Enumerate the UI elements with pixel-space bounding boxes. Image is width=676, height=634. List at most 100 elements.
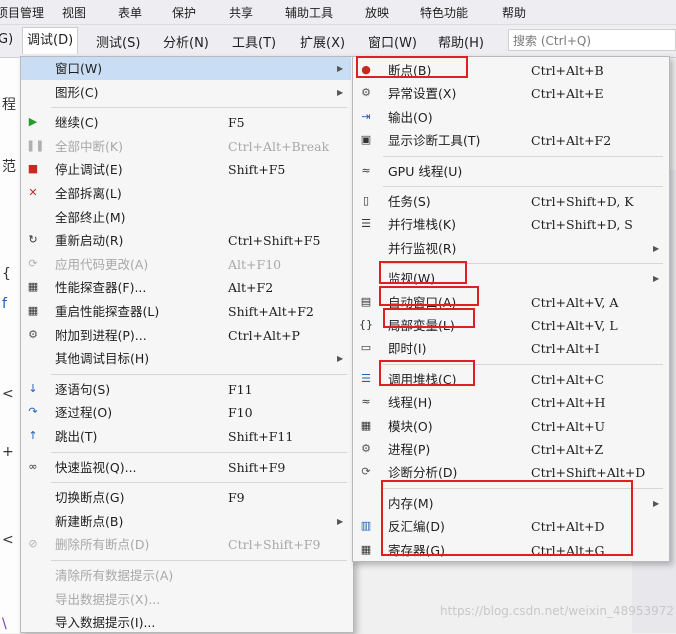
debug-menu-item-7[interactable]: 全部终止(M): [21, 206, 351, 229]
debug-menu-item-27[interactable]: 导入数据提示(I)...: [21, 611, 351, 634]
menu-item-shortcut: Ctrl+Alt+G: [531, 542, 605, 558]
debug-menu-item-12[interactable]: ⚙ 附加到进程(P)... Ctrl+Alt+P: [21, 324, 351, 347]
window-submenu-item-3[interactable]: ▣ 显示诊断工具(T) Ctrl+Alt+F2: [353, 129, 667, 152]
menu-item-shortcut: F9: [228, 490, 245, 506]
top-item-tools[interactable]: 辅助工具: [285, 4, 333, 21]
debug-menu-item-17[interactable]: ↑ 跳出(T) Shift+F11: [21, 425, 351, 448]
top-item-special[interactable]: 特色功能: [420, 4, 468, 21]
menu-item-label: 性能探查器(F)...: [55, 280, 147, 296]
window-submenu-item-12[interactable]: ▤ 自动窗口(A) Ctrl+Alt+V, A: [353, 291, 667, 314]
menu-tools[interactable]: 工具(T): [232, 32, 276, 51]
top-item-view[interactable]: 视图: [62, 4, 86, 21]
menu-item-label: 逐语句(S): [55, 381, 111, 397]
search-input[interactable]: 搜索 (Ctrl+Q): [508, 29, 676, 51]
menu-item-shortcut: Alt+F2: [228, 280, 274, 296]
debug-menu-item-10[interactable]: ▦ 性能探查器(F)... Alt+F2: [21, 276, 351, 299]
window-submenu-item-13[interactable]: {} 局部变量(L) Ctrl+Alt+V, L: [353, 314, 667, 337]
menu-test[interactable]: 测试(S): [96, 32, 140, 51]
top-item-share[interactable]: 共享: [229, 4, 253, 21]
debug-menu-item-4: ❚❚ 全部中断(K) Ctrl+Alt+Break: [21, 135, 351, 158]
disassembly-icon: ▥: [360, 519, 372, 533]
menu-separator: [383, 186, 663, 187]
locals-icon: {}: [359, 318, 373, 331]
debug-menu-item-22[interactable]: 新建断点(B) ▶: [21, 510, 351, 533]
debug-menu-item-13[interactable]: 其他调试目标(H) ▶: [21, 347, 351, 370]
debug-menu-item-0[interactable]: 窗口(W) ▶: [21, 57, 351, 80]
debug-menu-item-21[interactable]: 切换断点(G) F9: [21, 486, 351, 509]
debug-menu-item-5[interactable]: ■ 停止调试(E) Shift+F5: [21, 158, 351, 181]
menu-item-shortcut: Ctrl+Shift+D, S: [531, 217, 633, 233]
debug-menu-item-6[interactable]: ✕ 全部拆离(L): [21, 182, 351, 205]
window-submenu-item-14[interactable]: ▭ 即时(I) Ctrl+Alt+I: [353, 337, 667, 360]
menu-analyze[interactable]: 分析(N): [163, 32, 209, 51]
top-item-protect[interactable]: 保护: [172, 4, 196, 21]
debug-menu: 窗口(W) ▶ 图形(C) ▶ ▶ 继续(C) F5 ❚❚ 全部中断(K) Ctrl+Alt+Br…: [20, 56, 354, 633]
menu-debug[interactable]: 调试(D): [22, 27, 79, 54]
window-submenu-item-16[interactable]: ☰ 调用堆栈(C) Ctrl+Alt+C: [353, 368, 667, 391]
window-submenu-item-11[interactable]: 监视(W) ▶: [353, 267, 667, 290]
debug-menu-item-3[interactable]: ▶ 继续(C) F5: [21, 111, 351, 134]
menu-item-label: 反汇编(D): [388, 519, 445, 535]
top-item-slideshow[interactable]: 放映: [365, 4, 389, 21]
menu-item-label: 重新启动(R): [55, 233, 124, 249]
profiler-icon: ▦: [27, 280, 39, 294]
window-submenu-item-19[interactable]: ⚙ 进程(P) Ctrl+Alt+Z: [353, 438, 667, 461]
diagnostic-icon: ▣: [360, 133, 372, 147]
top-item-project[interactable]: 项目管理: [0, 4, 44, 21]
menu-extensions[interactable]: 扩展(X): [300, 32, 345, 51]
menu-item-label: 进程(P): [388, 442, 431, 457]
menu-item-label: 显示诊断工具(T): [388, 133, 481, 149]
window-submenu-item-5[interactable]: ≈ GPU 线程(U): [353, 160, 667, 183]
debug-menu-item-11[interactable]: ▦ 重启性能探查器(L) Shift+Alt+F2: [21, 300, 351, 323]
window-submenu-item-8[interactable]: ☰ 并行堆栈(K) Ctrl+Shift+D, S: [353, 213, 667, 236]
autos-icon: ▤: [360, 294, 372, 308]
parallel-stack-icon: ☰: [361, 217, 371, 231]
top-item-form[interactable]: 表单: [118, 4, 142, 21]
window-submenu-item-17[interactable]: ≈ 线程(H) Ctrl+Alt+H: [353, 391, 667, 414]
gutter-char: <: [2, 386, 14, 402]
submenu-arrow-icon: ▶: [653, 274, 660, 284]
window-submenu-item-2[interactable]: ⇥ 输出(O): [353, 106, 667, 129]
menu-separator: [51, 451, 347, 453]
menu-item-shortcut: F10: [228, 405, 253, 421]
debug-menu-item-1[interactable]: 图形(C) ▶: [21, 81, 351, 104]
window-submenu-item-18[interactable]: ▦ 模块(O) Ctrl+Alt+U: [353, 415, 667, 438]
window-submenu-item-20[interactable]: ⟳ 诊断分析(D) Ctrl+Shift+Alt+D: [353, 461, 667, 484]
gutter-char: <: [2, 532, 14, 548]
menu-item-shortcut: Ctrl+Shift+F9: [228, 537, 321, 553]
apply-code-icon: ⟳: [28, 256, 38, 270]
immediate-icon: ▭: [360, 341, 372, 355]
menu-item-label: 切换断点(G): [55, 490, 125, 506]
menu-item-shortcut: Ctrl+Alt+H: [531, 395, 606, 411]
menu-window[interactable]: 窗口(W): [368, 32, 417, 51]
modules-icon: ▦: [360, 418, 372, 432]
window-submenu-item-1[interactable]: ⚙ 异常设置(X) Ctrl+Alt+E: [353, 82, 667, 105]
window-submenu-item-9[interactable]: 并行监视(R) ▶: [353, 237, 667, 260]
window-submenu-item-7[interactable]: ▯ 任务(S) Ctrl+Shift+D, K: [353, 190, 667, 213]
gutter-char: \: [2, 616, 7, 632]
top-item-help[interactable]: 帮助: [502, 4, 526, 21]
menu-item-shortcut: Ctrl+Alt+C: [531, 371, 605, 387]
top-menu-strip: 项目管理 视图 表单 保护 共享 辅助工具 放映 特色功能 帮助: [0, 0, 676, 25]
debug-menu-item-8[interactable]: ↻ 重新启动(R) Ctrl+Shift+F5: [21, 229, 351, 252]
window-submenu-item-23[interactable]: ▥ 反汇编(D) Ctrl+Alt+D: [353, 515, 667, 538]
menu-item-label: 图形(C): [55, 84, 99, 100]
debug-menu-item-19[interactable]: ∞ 快速监视(Q)... Shift+F9: [21, 456, 351, 479]
menu-help[interactable]: 帮助(H): [438, 32, 484, 51]
gutter-char: 程: [2, 97, 16, 113]
window-submenu-item-24[interactable]: ▦ 寄存器(G) Ctrl+Alt+G: [353, 539, 667, 562]
debug-menu-item-26: 导出数据提示(X)...: [21, 588, 351, 611]
debug-menu-item-16[interactable]: ↷ 逐过程(O) F10: [21, 401, 351, 424]
gutter-char: 范: [2, 159, 16, 175]
menu-separator: [51, 560, 347, 561]
debug-menu-item-15[interactable]: ↓ 逐语句(S) F11: [21, 378, 351, 401]
call-stack-icon: ☰: [361, 371, 371, 385]
menu-item-shortcut: Ctrl+Alt+D: [531, 519, 605, 535]
output-icon: ⇥: [361, 109, 371, 123]
detach-x-icon: ✕: [28, 186, 38, 199]
menu-item-shortcut: Ctrl+Shift+F5: [228, 233, 321, 249]
task-icon: ▯: [362, 194, 370, 207]
submenu-arrow-icon: ▶: [337, 354, 344, 364]
window-submenu-item-22[interactable]: 内存(M) ▶: [353, 492, 667, 515]
window-submenu-item-0[interactable]: ● 断点(B) Ctrl+Alt+B: [353, 59, 667, 82]
